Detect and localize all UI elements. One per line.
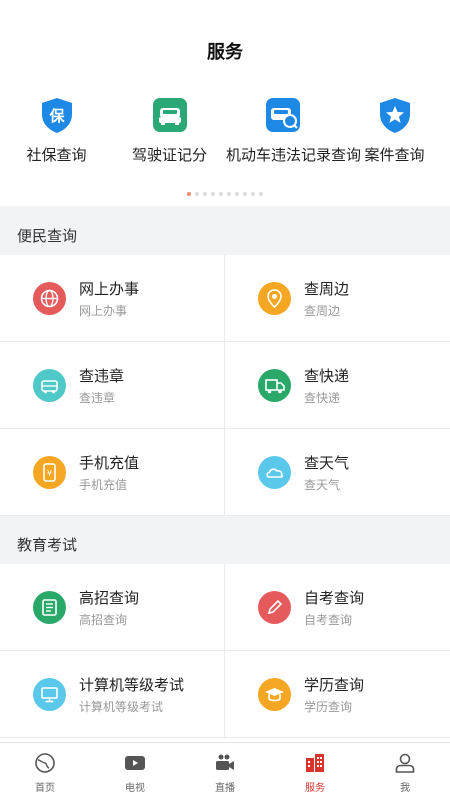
service-nearby[interactable]: 查周边 查周边	[225, 255, 450, 342]
service-title: 学历查询	[304, 676, 365, 694]
map-pin-icon	[258, 282, 291, 315]
section-title: 教育考试	[0, 521, 450, 569]
page-dot	[243, 192, 247, 196]
page-dot	[219, 192, 223, 196]
service-subtitle: 查天气	[304, 478, 341, 492]
shortcut-case-query[interactable]: 案件查询	[338, 90, 450, 165]
tab-me[interactable]: 我	[360, 743, 450, 800]
weather-icon	[258, 456, 291, 489]
service-subtitle: 手机充值	[79, 478, 128, 492]
building-icon	[303, 751, 327, 775]
service-title: 自考查询	[304, 589, 365, 607]
tab-label: 电视	[125, 783, 145, 794]
page-dot	[227, 192, 231, 196]
list-icon	[33, 591, 66, 624]
tab-live[interactable]: 直播	[180, 743, 270, 800]
service-computer-exam[interactable]: 计算机等级考试 计算机等级考试	[0, 651, 225, 738]
page-dot	[203, 192, 207, 196]
service-subtitle: 查违章	[79, 391, 116, 405]
page-dot	[195, 192, 199, 196]
service-title: 手机充值	[79, 454, 140, 472]
service-subtitle: 查快递	[304, 391, 341, 405]
shortcut-label: 机动车违法记录查询	[226, 146, 362, 164]
shield-bao-icon: 保	[38, 96, 76, 134]
header: 服务	[0, 0, 450, 90]
service-title: 查违章	[79, 367, 125, 385]
service-degree-query[interactable]: 学历查询 学历查询	[225, 651, 450, 738]
service-self-exam[interactable]: 自考查询 自考查询	[225, 564, 450, 651]
service-title: 高招查询	[79, 589, 140, 607]
bottom-tab-bar: 首页 电视 直播 服务 我	[0, 742, 450, 800]
shortcut-social-security[interactable]: 保 社保查询	[0, 90, 113, 165]
service-title: 计算机等级考试	[79, 676, 185, 694]
svg-text:¥: ¥	[47, 469, 52, 478]
shortcut-license-points[interactable]: 驾驶证记分	[113, 90, 226, 165]
shortcut-vehicle-violations[interactable]: 机动车违法记录查询	[226, 90, 362, 165]
service-online-affairs[interactable]: 网上办事 网上办事	[0, 255, 225, 342]
tab-label: 直播	[215, 783, 235, 794]
page-dot	[211, 192, 215, 196]
page-dot	[259, 192, 263, 196]
service-subtitle: 查周边	[304, 304, 341, 318]
star-badge-icon	[376, 96, 414, 134]
service-title: 查快递	[304, 367, 350, 385]
play-icon	[123, 751, 147, 775]
service-grid-education: 高招查询 高招查询 自考查询 自考查询 计算机等级考试 计算机等级考试 学历查询…	[0, 564, 450, 742]
service-title: 查周边	[304, 280, 350, 298]
section-title: 便民查询	[0, 212, 450, 260]
tab-home[interactable]: 首页	[0, 743, 90, 800]
user-icon	[393, 751, 417, 775]
service-subtitle: 学历查询	[304, 700, 353, 714]
service-college-admission[interactable]: 高招查询 高招查询	[0, 564, 225, 651]
service-title: 查天气	[304, 454, 350, 472]
service-subtitle: 计算机等级考试	[79, 700, 164, 714]
page-indicator	[0, 192, 450, 196]
pencil-icon	[258, 591, 291, 624]
video-camera-icon	[213, 751, 237, 775]
service-subtitle: 高招查询	[79, 613, 128, 627]
tab-tv[interactable]: 电视	[90, 743, 180, 800]
service-traffic-violations[interactable]: 查违章 查违章	[0, 342, 225, 429]
tab-label: 我	[400, 783, 410, 794]
tab-label: 服务	[305, 783, 325, 794]
service-subtitle: 网上办事	[79, 304, 128, 318]
monitor-icon	[33, 678, 66, 711]
page-dot	[251, 192, 255, 196]
graduation-cap-icon	[258, 678, 291, 711]
service-phone-recharge[interactable]: ¥ 手机充值 手机充值	[0, 429, 225, 516]
truck-icon	[258, 369, 291, 402]
service-subtitle: 自考查询	[304, 613, 353, 627]
phone-yuan-icon: ¥	[33, 456, 66, 489]
globe-icon	[33, 751, 57, 775]
car-icon	[33, 369, 66, 402]
page-dot	[187, 192, 191, 196]
service-title: 网上办事	[79, 280, 140, 298]
service-grid-convenience: 网上办事 网上办事 查周边 查周边 查违章 查违章 查快递 查快递 ¥ 手机充值…	[0, 255, 450, 516]
shortcut-label: 社保查询	[26, 146, 87, 164]
tab-services[interactable]: 服务	[270, 743, 360, 800]
car-search-icon	[264, 96, 302, 134]
shortcut-row: 保 社保查询 驾驶证记分 机动车违法记录查询 案件查询	[0, 90, 450, 206]
svg-text:保: 保	[48, 107, 65, 125]
shortcut-label: 驾驶证记分	[131, 146, 207, 164]
car-front-icon	[151, 96, 189, 134]
shortcut-label: 案件查询	[364, 146, 425, 164]
service-express[interactable]: 查快递 查快递	[225, 342, 450, 429]
tab-label: 首页	[35, 783, 55, 794]
globe-icon	[33, 282, 66, 315]
service-weather[interactable]: 查天气 查天气	[225, 429, 450, 516]
page-dot	[235, 192, 239, 196]
page-title: 服务	[207, 42, 243, 63]
